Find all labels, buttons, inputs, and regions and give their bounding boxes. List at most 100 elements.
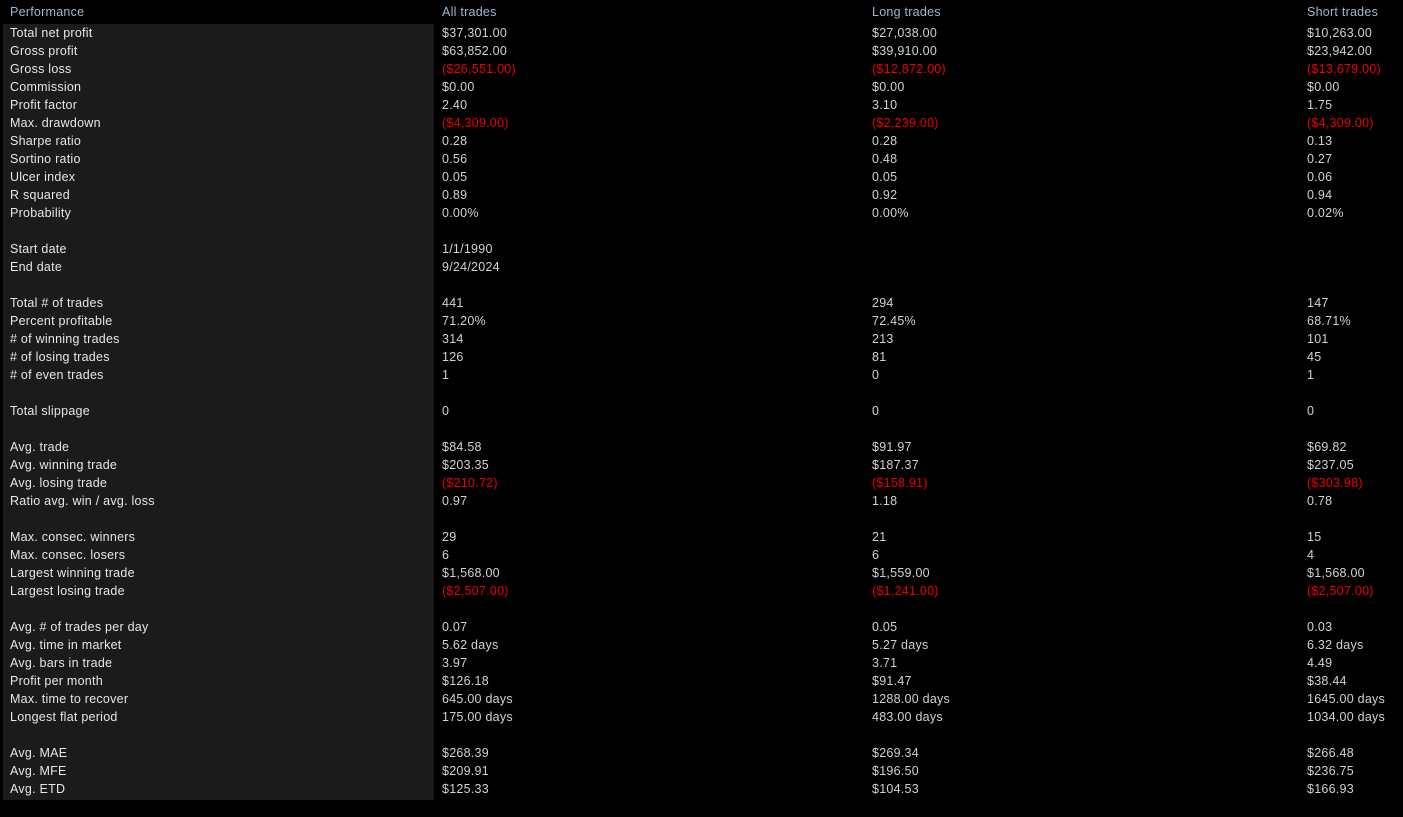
metric-value-all-trades: 0: [442, 404, 450, 418]
table-row: Max. drawdown ($4,309.00) ($2,239.00) ($4,3…: [0, 114, 1403, 132]
table-row: R squared 0.89 0.92 0.94: [0, 186, 1403, 204]
metric-label: Largest losing trade: [10, 584, 125, 598]
metric-label: Avg. bars in trade: [10, 656, 113, 670]
metric-value-long-trades: ($12,872.00): [872, 62, 946, 76]
metric-value-long-trades: $187.37: [872, 458, 919, 472]
metric-value-long-trades: $269.34: [872, 746, 919, 760]
table-row: Avg. winning trade $203.35 $187.37 $237.05: [0, 456, 1403, 474]
table-spacer-row: [0, 726, 1403, 744]
metric-value-short-trades: $237.05: [1307, 458, 1354, 472]
column-header-performance: Performance: [10, 5, 85, 19]
metric-value-long-trades: 6: [872, 548, 880, 562]
metric-value-all-trades: 175.00 days: [442, 710, 513, 724]
metric-value-long-trades: 0.00%: [872, 206, 909, 220]
metric-value-short-trades: 4: [1307, 548, 1315, 562]
metric-value-long-trades: 3.71: [872, 656, 898, 670]
metric-value-short-trades: 6.32 days: [1307, 638, 1364, 652]
metric-value-short-trades: 0.13: [1307, 134, 1333, 148]
metric-value-long-trades: 5.27 days: [872, 638, 929, 652]
metric-value-all-trades: 314: [442, 332, 464, 346]
metric-label: Gross loss: [10, 62, 72, 76]
metric-value-all-trades: 441: [442, 296, 464, 310]
metric-value-all-trades: ($26,551.00): [442, 62, 516, 76]
metric-label: Total slippage: [10, 404, 90, 418]
metric-label: Percent profitable: [10, 314, 113, 328]
metric-value-long-trades: 1288.00 days: [872, 692, 951, 706]
metric-value-long-trades: 0.48: [872, 152, 898, 166]
metric-value-all-trades: 0.56: [442, 152, 468, 166]
metric-value-long-trades: 0.28: [872, 134, 898, 148]
metric-value-all-trades: 1/1/1990: [442, 242, 493, 256]
metric-value-all-trades: $1,568.00: [442, 566, 500, 580]
metric-value-all-trades: 1: [442, 368, 450, 382]
metric-label: End date: [10, 260, 63, 274]
metric-value-long-trades: $39,910.00: [872, 44, 938, 58]
performance-report: Performance All trades Long trades Short…: [0, 0, 1403, 817]
metric-value-long-trades: 0: [872, 368, 880, 382]
table-spacer-row: [0, 510, 1403, 528]
metric-label: Avg. time in market: [10, 638, 122, 652]
table-row: Ulcer index 0.05 0.05 0.06: [0, 168, 1403, 186]
metric-value-long-trades: $27,038.00: [872, 26, 938, 40]
table-row: # of even trades 1 0 1: [0, 366, 1403, 384]
table-row: Gross profit $63,852.00 $39,910.00 $23,942.…: [0, 42, 1403, 60]
table-row: Sortino ratio 0.56 0.48 0.27: [0, 150, 1403, 168]
table-spacer-row: [0, 222, 1403, 240]
table-row: Longest flat period 175.00 days 483.00 day…: [0, 708, 1403, 726]
metric-value-long-trades: 81: [872, 350, 887, 364]
metric-value-long-trades: $0.00: [872, 80, 905, 94]
metric-value-long-trades: $91.47: [872, 674, 912, 688]
table-row: Max. consec. winners 29 21 15: [0, 528, 1403, 546]
table-row: Avg. ETD $125.33 $104.53 $166.93: [0, 780, 1403, 798]
metric-value-long-trades: $1,559.00: [872, 566, 930, 580]
metric-value-long-trades: 0.92: [872, 188, 898, 202]
metric-value-all-trades: ($210.72): [442, 476, 498, 490]
metric-value-all-trades: 645.00 days: [442, 692, 513, 706]
metric-value-all-trades: $268.39: [442, 746, 489, 760]
metric-value-long-trades: 3.10: [872, 98, 898, 112]
metric-value-short-trades: ($2,507.00): [1307, 584, 1374, 598]
metric-label: Longest flat period: [10, 710, 118, 724]
table-row: Gross loss ($26,551.00) ($12,872.00) ($13,6…: [0, 60, 1403, 78]
metric-value-short-trades: 4.49: [1307, 656, 1333, 670]
metric-value-all-trades: 6: [442, 548, 450, 562]
table-row: Max. time to recover 645.00 days 1288.00 d…: [0, 690, 1403, 708]
column-header-short-trades: Short trades: [1307, 5, 1379, 19]
table-row: Avg. MFE $209.91 $196.50 $236.75: [0, 762, 1403, 780]
table-row: Sharpe ratio 0.28 0.28 0.13: [0, 132, 1403, 150]
metric-value-long-trades: 483.00 days: [872, 710, 943, 724]
table-row: Avg. bars in trade 3.97 3.71 4.49: [0, 654, 1403, 672]
metric-value-long-trades: 213: [872, 332, 894, 346]
metric-value-all-trades: 0.97: [442, 494, 468, 508]
table-header-row: Performance All trades Long trades Short…: [0, 0, 1403, 24]
metric-value-short-trades: $69.82: [1307, 440, 1347, 454]
metric-value-short-trades: ($4,309.00): [1307, 116, 1374, 130]
metric-value-all-trades: $126.18: [442, 674, 489, 688]
metric-value-short-trades: 0.94: [1307, 188, 1333, 202]
metric-label: Max. drawdown: [10, 116, 101, 130]
metric-label: Ulcer index: [10, 170, 76, 184]
table-row: Largest winning trade $1,568.00 $1,559.00 $…: [0, 564, 1403, 582]
table-row: Start date 1/1/1990: [0, 240, 1403, 258]
table-row: Profit per month $126.18 $91.47 $38.44: [0, 672, 1403, 690]
metric-value-all-trades: 0.05: [442, 170, 468, 184]
metric-value-all-trades: 0.28: [442, 134, 468, 148]
metric-value-all-trades: 2.40: [442, 98, 468, 112]
table-body: Total net profit $37,301.00 $27,038.00 $10,…: [0, 24, 1403, 798]
metric-value-long-trades: 0.05: [872, 620, 898, 634]
metric-value-short-trades: 0.03: [1307, 620, 1333, 634]
table-row: Avg. losing trade ($210.72) ($158.91) ($303…: [0, 474, 1403, 492]
metric-value-short-trades: 1: [1307, 368, 1315, 382]
metric-value-all-trades: 126: [442, 350, 464, 364]
table-row: Avg. MAE $268.39 $269.34 $266.48: [0, 744, 1403, 762]
table-spacer-row: [0, 276, 1403, 294]
metric-value-long-trades: ($2,239.00): [872, 116, 939, 130]
table-row: Total # of trades 441 294 147: [0, 294, 1403, 312]
table-row: Total net profit $37,301.00 $27,038.00 $10,…: [0, 24, 1403, 42]
column-header-long-trades: Long trades: [872, 5, 941, 19]
metric-label: Avg. MAE: [10, 746, 68, 760]
metric-label: Avg. # of trades per day: [10, 620, 149, 634]
metric-label: Avg. losing trade: [10, 476, 108, 490]
table-row: Percent profitable 71.20% 72.45% 68.71%: [0, 312, 1403, 330]
metric-value-short-trades: $266.48: [1307, 746, 1354, 760]
